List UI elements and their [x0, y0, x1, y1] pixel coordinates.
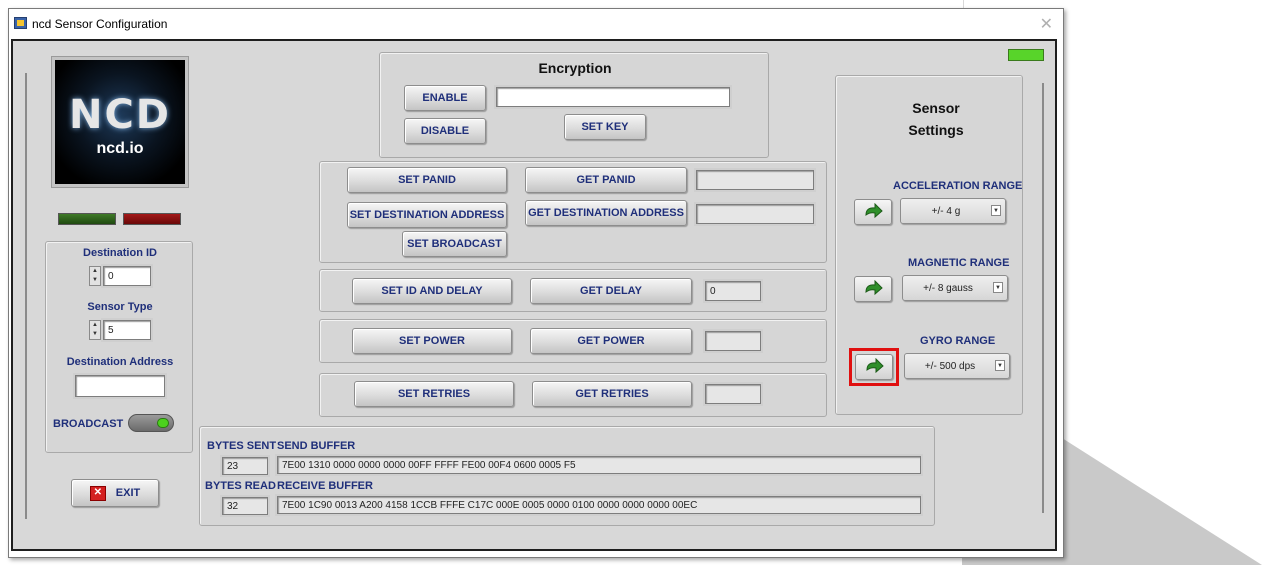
network-panel: SET PANID GET PANID SET DESTINATION ADDR…	[319, 161, 827, 263]
encryption-panel: Encryption ENABLE DISABLE SET KEY	[379, 52, 769, 158]
destination-id-stepper[interactable]: ▲ ▼	[89, 266, 101, 286]
client-area: NCD ncd.io Destination ID ▲ ▼ 0 Sensor Ty…	[11, 39, 1057, 551]
magnetic-range-label: MAGNETIC RANGE	[908, 257, 1010, 269]
set-destination-address-button[interactable]: SET DESTINATION ADDRESS	[347, 202, 507, 228]
logo-site-text: ncd.io	[96, 140, 144, 157]
broadcast-toggle[interactable]	[128, 414, 174, 432]
get-retries-button[interactable]: GET RETRIES	[532, 381, 692, 407]
receive-buffer-field: 7E00 1C90 0013 A200 4158 1CCB FFFE C17C …	[277, 496, 921, 514]
set-key-button[interactable]: SET KEY	[564, 114, 646, 140]
status-indicator-red	[123, 213, 181, 225]
sensor-type-label: Sensor Type	[87, 301, 153, 313]
status-led	[1008, 49, 1044, 61]
get-power-button[interactable]: GET POWER	[530, 328, 692, 354]
logo-image: NCD ncd.io	[55, 60, 185, 184]
refresh-arrow-icon	[865, 203, 883, 219]
power-panel: SET POWER GET POWER	[319, 319, 827, 363]
send-buffer-field: 7E00 1310 0000 0000 0000 00FF FFFF FE00 …	[277, 456, 921, 474]
acceleration-range-dropdown[interactable]: +/- 4 g ▼	[900, 198, 1006, 224]
sensor-type-stepper[interactable]: ▲ ▼	[89, 320, 101, 340]
close-icon[interactable]: ✕	[1040, 14, 1053, 34]
sensor-settings-panel: Sensor Settings ACCELERATION RANGE +/- 4…	[835, 75, 1023, 415]
bytes-read-label: BYTES READ	[205, 480, 276, 492]
destination-address-label: Destination Address	[66, 356, 174, 368]
chevron-down-icon: ▼	[991, 205, 1001, 216]
acceleration-apply-button[interactable]	[854, 199, 892, 225]
chevron-down-icon: ▼	[993, 282, 1003, 293]
get-destination-address-button[interactable]: GET DESTINATION ADDRESS	[525, 200, 687, 226]
chevron-down-icon: ▼	[995, 360, 1005, 371]
acceleration-range-value: +/- 4 g	[931, 205, 961, 217]
destination-id-field[interactable]: 0	[103, 266, 151, 286]
bytes-sent-field: 23	[222, 457, 268, 475]
destination-panel: Destination ID ▲ ▼ 0 Sensor Type ▲ ▼ 5 Des…	[45, 241, 193, 453]
bytes-read-field: 32	[222, 497, 268, 515]
receive-buffer-label: RECEIVE BUFFER	[277, 480, 373, 492]
exit-label: EXIT	[115, 487, 141, 499]
logo-brand-text: NCD	[68, 92, 172, 138]
refresh-arrow-icon	[865, 280, 883, 296]
encryption-key-field[interactable]	[496, 87, 730, 107]
gyro-range-label: GYRO RANGE	[920, 335, 996, 347]
right-rail	[1042, 83, 1044, 513]
broadcast-label: BROADCAST	[53, 418, 124, 430]
logo: NCD ncd.io	[51, 56, 189, 188]
set-power-button[interactable]: SET POWER	[352, 328, 512, 354]
acceleration-range-label: ACCELERATION RANGE	[893, 180, 1023, 192]
gyro-apply-button[interactable]	[855, 354, 893, 380]
window-title: ncd Sensor Configuration	[32, 17, 168, 31]
refresh-arrow-icon	[866, 358, 884, 374]
set-retries-button[interactable]: SET RETRIES	[354, 381, 514, 407]
retries-field[interactable]	[705, 384, 761, 404]
set-id-and-delay-button[interactable]: SET ID AND DELAY	[352, 278, 512, 304]
retries-panel: SET RETRIES GET RETRIES	[319, 373, 827, 417]
disable-button[interactable]: DISABLE	[404, 118, 486, 144]
toggle-indicator	[157, 418, 169, 428]
encryption-title: Encryption	[538, 60, 612, 76]
get-delay-button[interactable]: GET DELAY	[530, 278, 692, 304]
gyro-range-dropdown[interactable]: +/- 500 dps ▼	[904, 353, 1010, 379]
exit-button[interactable]: ✕ EXIT	[71, 479, 159, 507]
magnetic-range-value: +/- 8 gauss	[923, 282, 973, 294]
magnetic-range-dropdown[interactable]: +/- 8 gauss ▼	[902, 275, 1008, 301]
magnetic-apply-button[interactable]	[854, 276, 892, 302]
title-bar: ncd Sensor Configuration ✕	[9, 9, 1063, 39]
id-delay-panel: SET ID AND DELAY GET DELAY 0	[319, 269, 827, 312]
power-field[interactable]	[705, 331, 761, 351]
page-shadow	[1062, 438, 1262, 565]
sensor-settings-title-line1: Sensor	[912, 100, 960, 116]
app-icon	[14, 17, 27, 29]
enable-button[interactable]: ENABLE	[404, 85, 486, 111]
panid-field[interactable]	[696, 170, 814, 190]
status-indicator-green	[58, 213, 116, 225]
left-rail	[25, 73, 27, 519]
send-buffer-label: SEND BUFFER	[277, 440, 356, 452]
set-broadcast-button[interactable]: SET BROADCAST	[402, 231, 507, 257]
destination-id-label: Destination ID	[83, 247, 157, 259]
set-panid-button[interactable]: SET PANID	[347, 167, 507, 193]
delay-field[interactable]: 0	[705, 281, 761, 301]
destination-address-readout[interactable]	[696, 204, 814, 224]
app-window: ncd Sensor Configuration ✕ NCD ncd.io De…	[8, 8, 1064, 558]
sensor-type-field[interactable]: 5	[103, 320, 151, 340]
destination-address-field[interactable]	[75, 375, 165, 397]
bytes-sent-label: BYTES SENT	[207, 440, 277, 452]
buffers-panel: BYTES SENT 23 SEND BUFFER 7E00 1310 0000…	[199, 426, 935, 526]
sensor-settings-title-line2: Settings	[908, 122, 964, 138]
gyro-range-value: +/- 500 dps	[924, 360, 976, 372]
get-panid-button[interactable]: GET PANID	[525, 167, 687, 193]
close-box-icon: ✕	[89, 485, 106, 501]
